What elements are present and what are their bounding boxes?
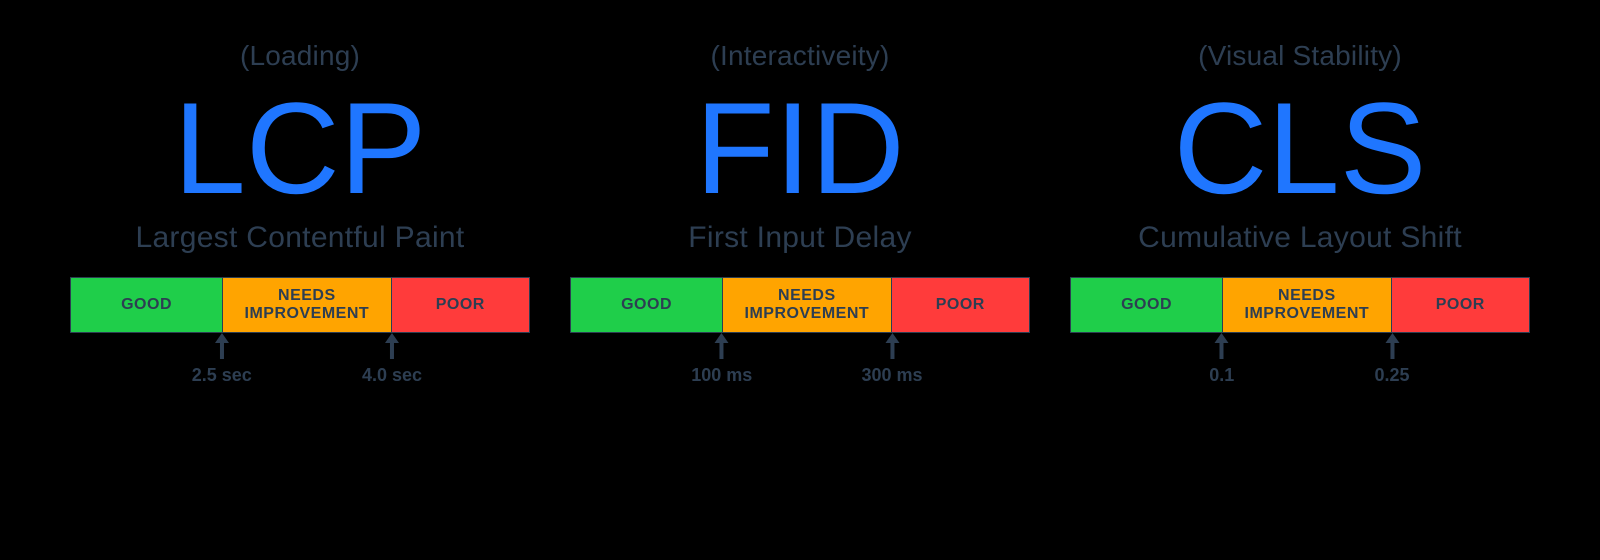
threshold-marker-2: 300 ms — [861, 333, 922, 386]
segment-good: GOOD — [1071, 278, 1222, 332]
threshold-marker-2: 0.25 — [1374, 333, 1409, 386]
segment-poor: POOR — [392, 278, 529, 332]
threshold-bar: GOOD NEEDS IMPROVEMENT POOR 2.5 sec 4.0 … — [70, 277, 530, 393]
segment-needs: NEEDS IMPROVEMENT — [222, 278, 391, 332]
threshold-label-1: 2.5 sec — [192, 365, 252, 386]
arrow-up-icon — [715, 333, 729, 359]
metric-acronym: CLS — [1174, 80, 1427, 217]
threshold-marker-1: 0.1 — [1209, 333, 1234, 386]
metric-category: (Loading) — [240, 40, 360, 72]
threshold-label-1: 0.1 — [1209, 365, 1234, 386]
metric-card-lcp: (Loading) LCP Largest Contentful Paint G… — [70, 40, 530, 393]
segment-good: GOOD — [71, 278, 222, 332]
segment-good: GOOD — [571, 278, 722, 332]
segment-poor: POOR — [1392, 278, 1529, 332]
metric-category: (Interactiveity) — [710, 40, 889, 72]
needs-line1: NEEDS — [278, 287, 336, 304]
needs-line2: IMPROVEMENT — [245, 305, 370, 322]
arrow-up-icon — [1215, 333, 1229, 359]
metric-card-fid: (Interactiveity) FID First Input Delay G… — [570, 40, 1030, 393]
metric-fullname: First Input Delay — [688, 221, 912, 255]
threshold-label-2: 0.25 — [1374, 365, 1409, 386]
threshold-label-2: 4.0 sec — [362, 365, 422, 386]
threshold-bar: GOOD NEEDS IMPROVEMENT POOR 100 ms 300 m… — [570, 277, 1030, 393]
arrow-up-icon — [385, 333, 399, 359]
segment-poor: POOR — [892, 278, 1029, 332]
needs-line2: IMPROVEMENT — [745, 305, 870, 322]
segment-needs: NEEDS IMPROVEMENT — [1222, 278, 1391, 332]
arrow-up-icon — [885, 333, 899, 359]
needs-line1: NEEDS — [1278, 287, 1336, 304]
threshold-marker-1: 2.5 sec — [192, 333, 252, 386]
arrow-up-icon — [215, 333, 229, 359]
metric-fullname: Cumulative Layout Shift — [1138, 221, 1462, 255]
threshold-label-2: 300 ms — [861, 365, 922, 386]
threshold-marker-2: 4.0 sec — [362, 333, 422, 386]
threshold-label-1: 100 ms — [691, 365, 752, 386]
segment-needs: NEEDS IMPROVEMENT — [722, 278, 891, 332]
metric-category: (Visual Stability) — [1198, 40, 1402, 72]
metric-card-cls: (Visual Stability) CLS Cumulative Layout… — [1070, 40, 1530, 393]
metric-fullname: Largest Contentful Paint — [135, 221, 464, 255]
needs-line2: IMPROVEMENT — [1245, 305, 1370, 322]
metric-acronym: LCP — [174, 80, 427, 217]
arrow-up-icon — [1385, 333, 1399, 359]
needs-line1: NEEDS — [778, 287, 836, 304]
metric-acronym: FID — [695, 80, 904, 217]
threshold-bar: GOOD NEEDS IMPROVEMENT POOR 0.1 0.25 — [1070, 277, 1530, 393]
threshold-marker-1: 100 ms — [691, 333, 752, 386]
